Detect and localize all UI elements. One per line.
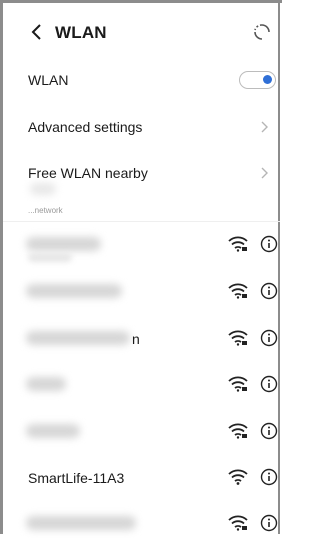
network-item[interactable]: n bbox=[26, 323, 278, 353]
advanced-settings-label: Advanced settings bbox=[28, 119, 143, 135]
info-icon[interactable] bbox=[260, 282, 278, 300]
chevron-right-icon bbox=[258, 119, 272, 135]
header: WLAN bbox=[3, 14, 278, 50]
divider bbox=[3, 221, 280, 222]
blurred-network-name bbox=[26, 516, 136, 530]
wlan-label: WLAN bbox=[28, 72, 69, 88]
blurred-network-name bbox=[26, 331, 130, 345]
wifi-lock-icon bbox=[228, 376, 248, 392]
blurred-network-name bbox=[26, 377, 66, 391]
network-item[interactable] bbox=[26, 229, 278, 262]
network-item[interactable] bbox=[26, 416, 278, 446]
wifi-lock-icon bbox=[228, 283, 248, 299]
wifi-lock-icon bbox=[228, 423, 248, 439]
blurred-network-name bbox=[26, 284, 122, 298]
wifi-lock-icon bbox=[228, 330, 248, 346]
info-icon[interactable] bbox=[260, 329, 278, 347]
info-icon[interactable] bbox=[260, 468, 278, 486]
blurred-network-sub bbox=[28, 253, 72, 262]
blurred-area bbox=[30, 183, 56, 195]
blurred-network-name bbox=[26, 237, 101, 251]
toggle-knob bbox=[263, 75, 272, 84]
info-icon[interactable] bbox=[260, 375, 278, 393]
info-icon[interactable] bbox=[260, 422, 278, 440]
advanced-settings-row[interactable]: Advanced settings bbox=[28, 113, 278, 141]
network-name: SmartLife-11A3 bbox=[28, 470, 125, 486]
wifi-lock-icon bbox=[228, 515, 248, 531]
page-title: WLAN bbox=[55, 23, 107, 42]
wlan-toggle-row[interactable]: WLAN bbox=[28, 66, 278, 94]
network-name: n bbox=[132, 331, 140, 347]
section-label: ...network bbox=[28, 206, 63, 215]
refresh-icon[interactable] bbox=[252, 22, 272, 42]
free-wlan-label: Free WLAN nearby bbox=[28, 165, 148, 181]
network-item[interactable]: SmartLife-11A3 bbox=[28, 462, 278, 492]
network-item[interactable] bbox=[26, 369, 278, 399]
wifi-icon bbox=[228, 469, 248, 485]
free-wlan-row[interactable]: Free WLAN nearby bbox=[28, 159, 278, 187]
wifi-lock-icon bbox=[228, 236, 248, 252]
wlan-toggle[interactable] bbox=[239, 71, 276, 89]
info-icon[interactable] bbox=[260, 514, 278, 532]
network-item[interactable] bbox=[26, 276, 278, 306]
back-arrow-icon[interactable] bbox=[27, 22, 47, 42]
chevron-right-icon bbox=[258, 165, 272, 181]
blurred-network-name bbox=[26, 424, 80, 438]
info-icon[interactable] bbox=[260, 235, 278, 253]
